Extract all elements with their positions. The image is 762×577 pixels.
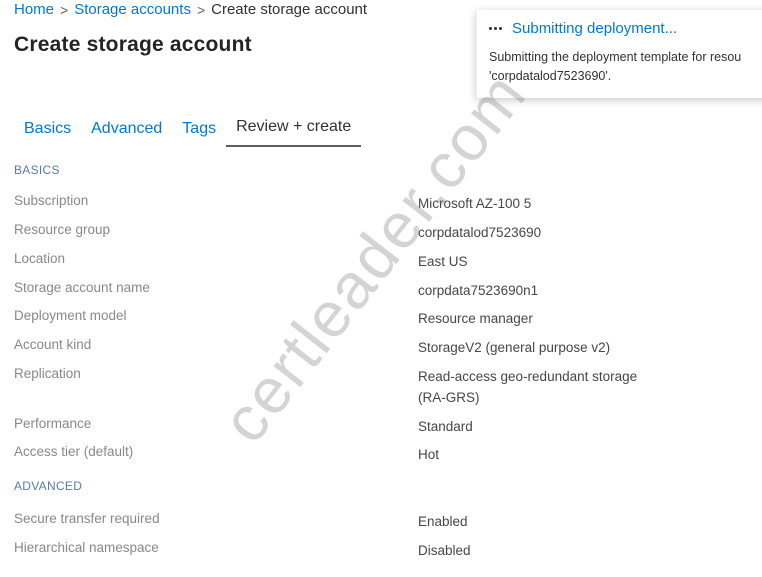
- row-value: Disabled: [418, 543, 471, 558]
- row-label: Replication: [14, 366, 81, 381]
- row-value: Resource manager: [418, 311, 533, 326]
- row-label: Access tier (default): [14, 444, 134, 459]
- tab-review-create[interactable]: Review + create: [226, 112, 362, 147]
- row-label: Deployment model: [14, 308, 127, 323]
- notification-title[interactable]: Submitting deployment...: [512, 20, 677, 37]
- breadcrumb-storage-accounts[interactable]: Storage accounts: [74, 1, 191, 18]
- row-label: Hierarchical namespace: [14, 540, 159, 555]
- row-value: corpdatalod7523690: [418, 225, 542, 240]
- notification-header: Submitting deployment...: [489, 20, 677, 37]
- section-header-basics: BASICS: [14, 163, 60, 177]
- breadcrumb: Home > Storage accounts > Create storage…: [14, 1, 367, 18]
- ellipsis-progress-icon: [489, 27, 502, 30]
- row-value: Microsoft AZ-100 5: [418, 196, 532, 211]
- breadcrumb-home[interactable]: Home: [14, 1, 54, 18]
- row-value: Standard: [418, 419, 473, 434]
- row-value: East US: [418, 254, 468, 269]
- notification-message: Submitting the deployment template for r…: [489, 50, 742, 83]
- tab-tags[interactable]: Tags: [172, 114, 226, 147]
- row-value: Enabled: [418, 514, 468, 529]
- row-label: Performance: [14, 416, 92, 431]
- row-value: corpdata7523690n1: [418, 283, 539, 298]
- tab-advanced[interactable]: Advanced: [81, 114, 172, 147]
- row-label: Subscription: [14, 193, 89, 208]
- row-label: Resource group: [14, 222, 111, 237]
- page-title: Create storage account: [14, 33, 252, 56]
- row-label: Account kind: [14, 337, 92, 352]
- row-value: Read-access geo-redundant storage (RA-GR…: [418, 369, 638, 405]
- chevron-right-icon: >: [196, 1, 206, 18]
- tab-basics[interactable]: Basics: [14, 114, 81, 147]
- breadcrumb-current: Create storage account: [211, 1, 368, 18]
- deployment-notification[interactable]: Submitting deployment... Submitting the …: [476, 10, 762, 98]
- row-label: Location: [14, 251, 66, 266]
- tab-bar: Basics Advanced Tags Review + create: [14, 112, 362, 147]
- chevron-right-icon: >: [60, 1, 69, 18]
- row-value: StorageV2 (general purpose v2): [418, 340, 611, 355]
- row-label: Storage account name: [14, 280, 150, 295]
- row-value: Hot: [418, 447, 440, 462]
- row-label: Secure transfer required: [14, 511, 160, 526]
- section-header-advanced: ADVANCED: [14, 479, 83, 493]
